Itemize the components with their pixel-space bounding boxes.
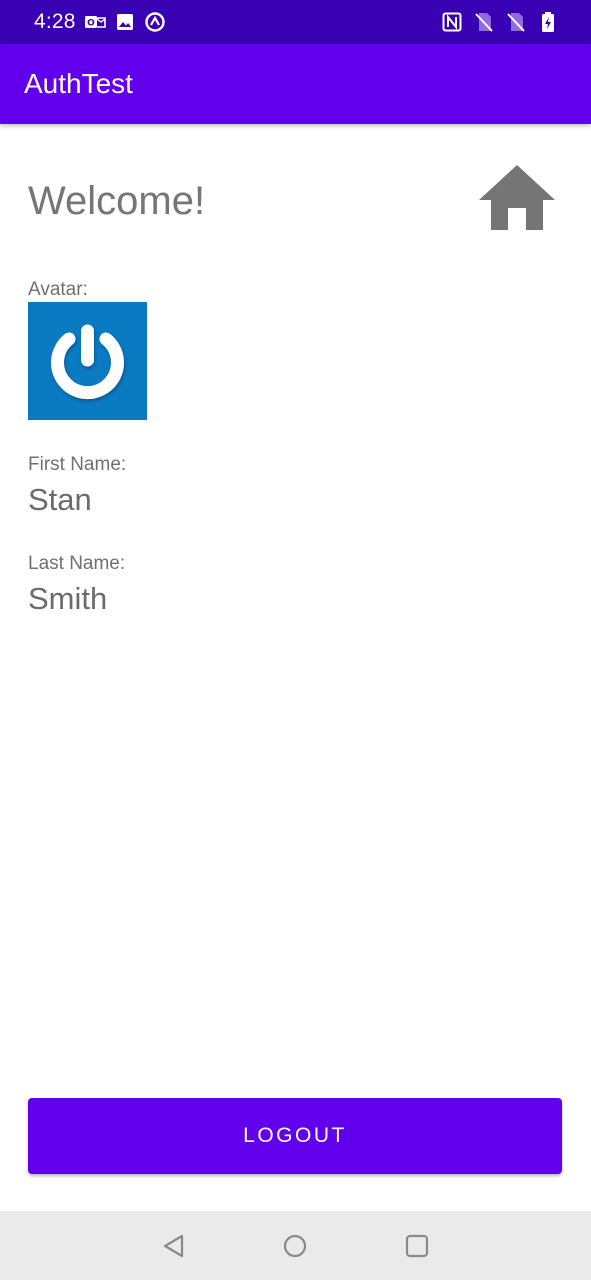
avatar	[28, 302, 147, 420]
avatar-label: Avatar:	[28, 279, 88, 300]
first-name-label: First Name:	[28, 454, 127, 475]
outlook-icon: O	[85, 16, 106, 29]
recents-icon[interactable]	[404, 1233, 430, 1259]
app-title: AuthTest	[24, 68, 133, 99]
power-icon	[51, 324, 124, 400]
status-bar: 4:28 O	[0, 0, 591, 44]
battery-charging-icon	[542, 12, 554, 32]
sim-off-icon	[475, 13, 493, 32]
app-bar: AuthTest	[0, 44, 591, 124]
svg-text:O: O	[87, 19, 95, 29]
status-left-icons: O	[84, 11, 166, 33]
welcome-heading: Welcome!	[28, 179, 206, 223]
image-icon	[117, 14, 133, 30]
last-name-label: Last Name:	[28, 553, 126, 574]
nfc-icon	[442, 12, 462, 32]
vpn-icon	[145, 12, 165, 32]
sim-off-icon	[507, 13, 525, 32]
first-name-value: Stan	[28, 482, 92, 517]
home-circle-icon[interactable]	[282, 1233, 308, 1259]
navigation-bar	[0, 1211, 591, 1280]
back-icon[interactable]	[161, 1233, 187, 1259]
status-right-icons	[441, 11, 559, 33]
home-icon[interactable]	[476, 162, 558, 234]
logout-button[interactable]: LOGOUT	[28, 1098, 562, 1174]
status-time: 4:28	[34, 10, 76, 33]
last-name-value: Smith	[28, 581, 108, 616]
